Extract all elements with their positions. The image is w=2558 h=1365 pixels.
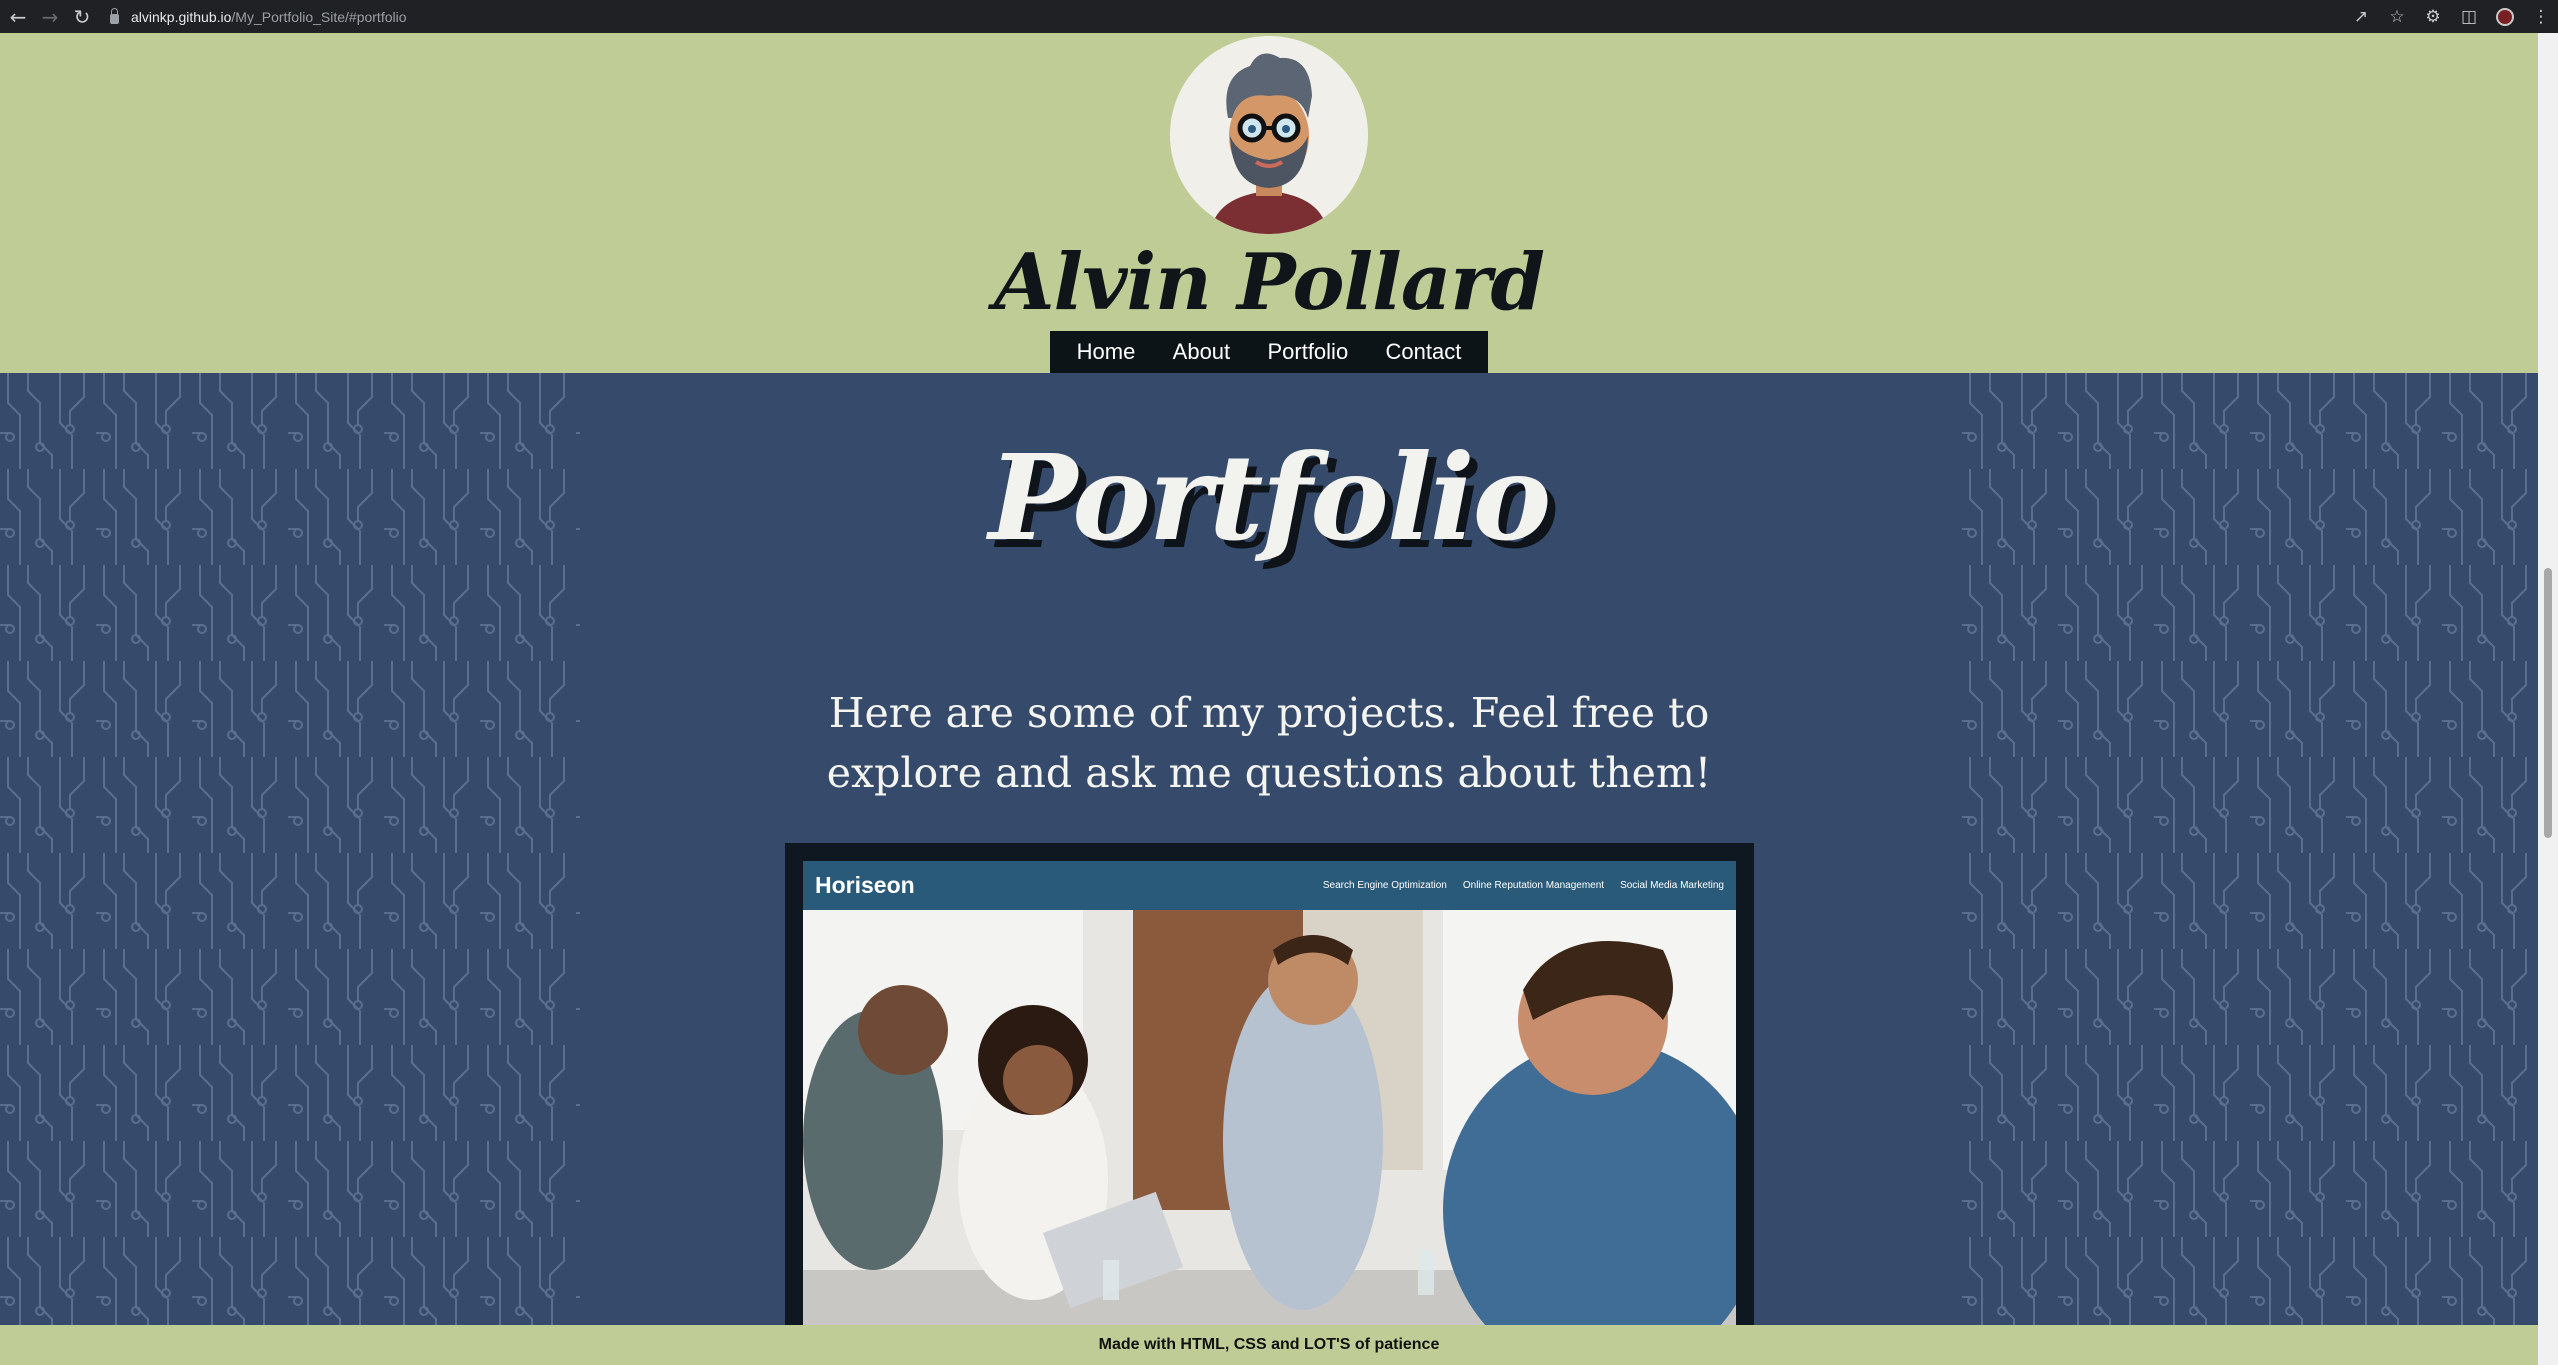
footer-text: Made with HTML, CSS and LOT'S of patienc… (1098, 1336, 1440, 1353)
nav-contact[interactable]: Contact (1386, 339, 1462, 365)
reload-icon[interactable]: ↻ (68, 3, 96, 31)
url-path: /My_Portfolio_Site/#portfolio (231, 8, 407, 25)
scrollbar[interactable] (2538, 33, 2558, 1365)
portfolio-heading: Portfolio (988, 428, 1552, 567)
site-footer: Made with HTML, CSS and LOT'S of patienc… (0, 1325, 2538, 1365)
project-link: Search Engine Optimization (1322, 880, 1447, 891)
profile-avatar-icon[interactable] (2496, 7, 2514, 26)
lock-icon (110, 7, 119, 24)
project-screenshot[interactable]: Horiseon Search Engine Optimization Onli… (803, 861, 1736, 1325)
main-nav: Home About Portfolio Contact (1050, 331, 1488, 373)
project-card[interactable]: Horiseon Search Engine Optimization Onli… (785, 843, 1754, 1325)
back-icon[interactable]: ← (4, 3, 32, 31)
browser-toolbar: ← → ↻ alvinkp.github.io/My_Portfolio_Sit… (0, 0, 2558, 33)
project-link: Social Media Marketing (1620, 880, 1724, 891)
project-screenshot-header: Horiseon Search Engine Optimization Onli… (803, 861, 1736, 910)
menu-icon[interactable]: ⋮ (2532, 7, 2550, 27)
share-icon[interactable]: ↗ (2352, 7, 2370, 27)
address-bar[interactable]: alvinkp.github.io/My_Portfolio_Site/#por… (110, 7, 407, 25)
portfolio-intro: Here are some of my projects. Feel free … (826, 689, 1712, 797)
office-meeting-photo (803, 910, 1736, 1325)
forward-icon[interactable]: → (36, 3, 64, 31)
project-link: Online Reputation Management (1462, 880, 1605, 891)
cartoon-avatar-icon (1170, 36, 1368, 234)
nav-about[interactable]: About (1173, 339, 1231, 365)
star-icon[interactable]: ☆ (2388, 7, 2406, 27)
nav-portfolio[interactable]: Portfolio (1267, 339, 1348, 365)
scrollbar-thumb[interactable] (2544, 568, 2552, 838)
nav-home[interactable]: Home (1077, 339, 1136, 365)
portfolio-section: Portfolio Here are some of my projects. … (0, 373, 2538, 1325)
sidebar-icon[interactable]: ◫ (2460, 7, 2478, 27)
extensions-icon[interactable]: ⚙ (2424, 7, 2442, 27)
site-header: Alvin Pollard Home About Portfolio Conta… (0, 33, 2538, 373)
page: Alvin Pollard Home About Portfolio Conta… (0, 33, 2538, 1365)
site-title: Alvin Pollard (994, 237, 1545, 328)
url-host: alvinkp.github.io (131, 8, 232, 25)
project-brand: Horiseon (815, 872, 915, 898)
avatar (1170, 36, 1368, 234)
